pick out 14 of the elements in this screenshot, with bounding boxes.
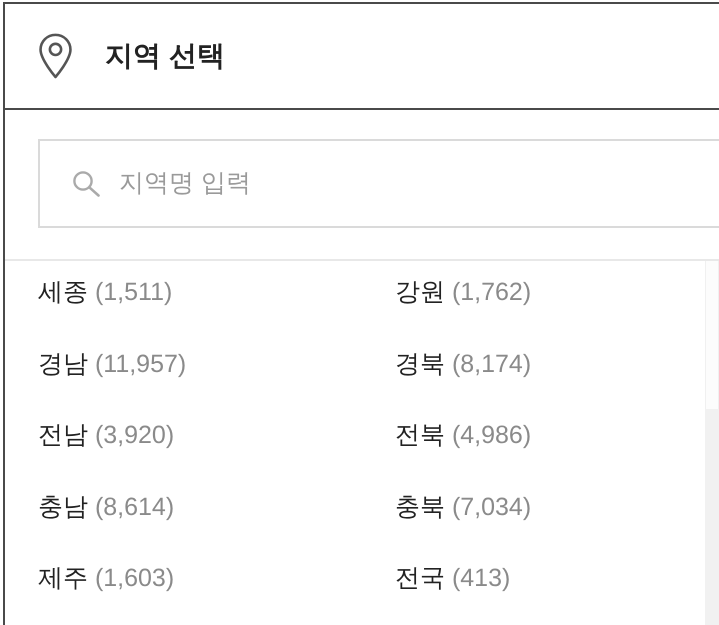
region-option[interactable]: 경북 (8,174): [395, 346, 532, 382]
region-option[interactable]: 충남 (8,614): [38, 488, 174, 524]
region-option[interactable]: 전북 (4,986): [395, 417, 532, 453]
search-field[interactable]: 지역명 입력: [38, 139, 719, 228]
region-option[interactable]: 강원 (1,762): [395, 274, 532, 310]
region-option[interactable]: 전남 (3,920): [38, 417, 174, 453]
region-option[interactable]: 충북 (7,034): [395, 488, 532, 524]
search-icon: [72, 170, 101, 197]
region-option[interactable]: 제주 (1,603): [38, 560, 174, 596]
location-pin-icon: [38, 33, 73, 79]
region-option[interactable]: 경남 (11,957): [38, 346, 186, 382]
region-option[interactable]: 세종 (1,511): [38, 274, 172, 310]
panel-title: 지역 선택: [105, 39, 225, 73]
region-option[interactable]: 전국 (413): [395, 560, 510, 596]
